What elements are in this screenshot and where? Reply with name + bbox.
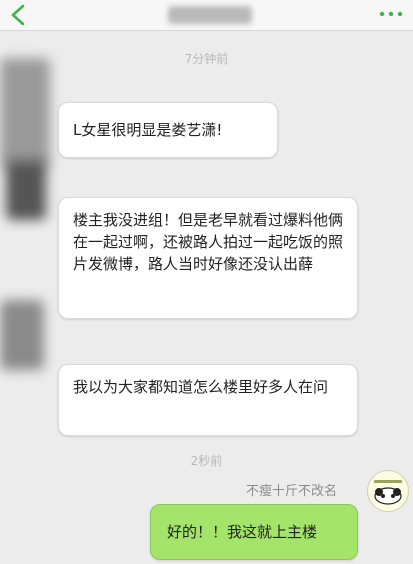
message-bubble[interactable]: 楼主我没进组！但是老早就看过爆料他俩在一起过啊，还被路人拍过一起吃饭的照片发微博…	[58, 197, 358, 319]
chevron-left-icon[interactable]	[8, 4, 30, 26]
top-bar	[0, 0, 413, 31]
obscured-avatar	[0, 58, 50, 168]
avatar[interactable]	[367, 470, 409, 512]
obscured-avatar	[0, 300, 44, 370]
message-timestamp: 7分钟前	[184, 52, 229, 66]
conversation-title-obscured	[168, 6, 252, 24]
message-text: 好的！！我这就上主楼	[167, 523, 318, 541]
message-timestamp: 2秒前	[190, 454, 223, 468]
message-bubble[interactable]: 我以为大家都知道怎么楼里好多人在问	[58, 364, 358, 436]
self-message-bubble[interactable]: 好的！！我这就上主楼	[150, 504, 358, 560]
message-text: 楼主我没进组！但是老早就看过爆料他俩在一起过啊，还被路人拍过一起吃饭的照片发微博…	[73, 211, 344, 273]
message-bubble[interactable]: L女星很明显是娄艺潇!	[58, 102, 278, 158]
obscured-avatar	[6, 160, 46, 220]
message-text: L女星很明显是娄艺潇!	[73, 121, 223, 139]
message-text: 我以为大家都知道怎么楼里好多人在问	[73, 378, 329, 396]
sender-name: 不瘦十斤不改名	[246, 484, 338, 499]
panda-icon	[374, 480, 402, 505]
more-dots-icon[interactable]	[379, 11, 403, 17]
